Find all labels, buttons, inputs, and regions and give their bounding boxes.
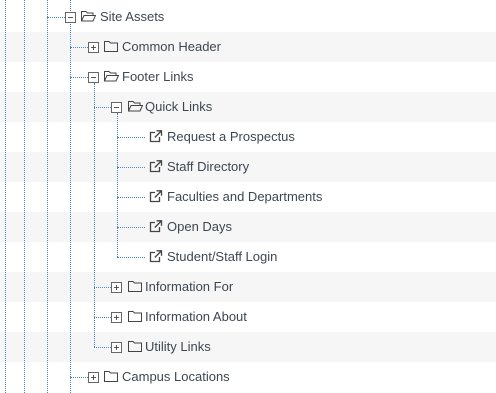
expand-toggle-utility-links[interactable] [111, 342, 122, 353]
external-link-icon [149, 250, 163, 263]
tree-node-quick-links[interactable]: Quick Links [145, 99, 212, 115]
external-link-icon [149, 220, 163, 233]
tree-node-site-assets[interactable]: Site Assets [100, 9, 164, 25]
tree-guide-line [94, 83, 95, 347]
tree-connector [94, 347, 111, 348]
external-link-icon [149, 130, 163, 143]
folder-icon [104, 40, 118, 52]
external-link-icon [149, 190, 163, 203]
collapse-toggle-quick-links[interactable] [111, 102, 122, 113]
folder-open-icon [81, 10, 96, 22]
tree-node-information-for[interactable]: Information For [145, 279, 233, 295]
tree-guide-line [24, 0, 25, 393]
tree-connector [94, 107, 111, 108]
tree-row [0, 92, 496, 122]
expand-toggle-information-about[interactable] [111, 312, 122, 323]
tree-connector [117, 227, 145, 228]
tree-connector [94, 287, 111, 288]
folder-icon [104, 370, 118, 382]
tree-connector [117, 257, 145, 258]
tree-node-common-header[interactable]: Common Header [122, 39, 221, 55]
tree-connector [117, 197, 145, 198]
tree-node-footer-links[interactable]: Footer Links [122, 69, 194, 85]
external-link-icon [149, 160, 163, 173]
tree-connector [117, 137, 145, 138]
folder-icon [128, 340, 142, 352]
collapse-toggle-footer-links[interactable] [88, 72, 99, 83]
tree-connector [70, 377, 88, 378]
collapse-toggle-site-assets[interactable] [65, 12, 76, 23]
expand-toggle-campus-locations[interactable] [88, 372, 99, 383]
folder-icon [128, 280, 142, 292]
tree-row [0, 332, 496, 362]
tree-row [0, 212, 496, 242]
folder-icon [128, 310, 142, 322]
tree-connector [70, 47, 88, 48]
tree-node-faculties-and-departments[interactable]: Faculties and Departments [167, 189, 322, 205]
tree-node-campus-locations[interactable]: Campus Locations [122, 369, 230, 385]
tree-row [0, 302, 496, 332]
tree-guide-line [70, 0, 71, 393]
tree-node-open-days[interactable]: Open Days [167, 219, 232, 235]
tree-node-staff-directory[interactable]: Staff Directory [167, 159, 249, 175]
tree-connector [94, 317, 111, 318]
expand-toggle-common-header[interactable] [88, 42, 99, 53]
tree-connector [70, 77, 88, 78]
tree-node-request-a-prospectus[interactable]: Request a Prospectus [167, 129, 295, 145]
tree-node-utility-links[interactable]: Utility Links [145, 339, 211, 355]
tree-node-student-staff-login[interactable]: Student/Staff Login [167, 249, 277, 265]
file-tree: Site Assets Common Header Footer Links Quic… [0, 0, 496, 393]
tree-connector [117, 167, 145, 168]
tree-row [0, 272, 496, 302]
tree-connector [47, 17, 65, 18]
folder-open-icon [104, 70, 119, 82]
tree-guide-line [47, 0, 48, 393]
tree-guide-line [5, 0, 6, 393]
tree-guide-line [117, 113, 118, 257]
folder-open-icon [128, 100, 143, 112]
tree-node-information-about[interactable]: Information About [145, 309, 247, 325]
expand-toggle-information-for[interactable] [111, 282, 122, 293]
